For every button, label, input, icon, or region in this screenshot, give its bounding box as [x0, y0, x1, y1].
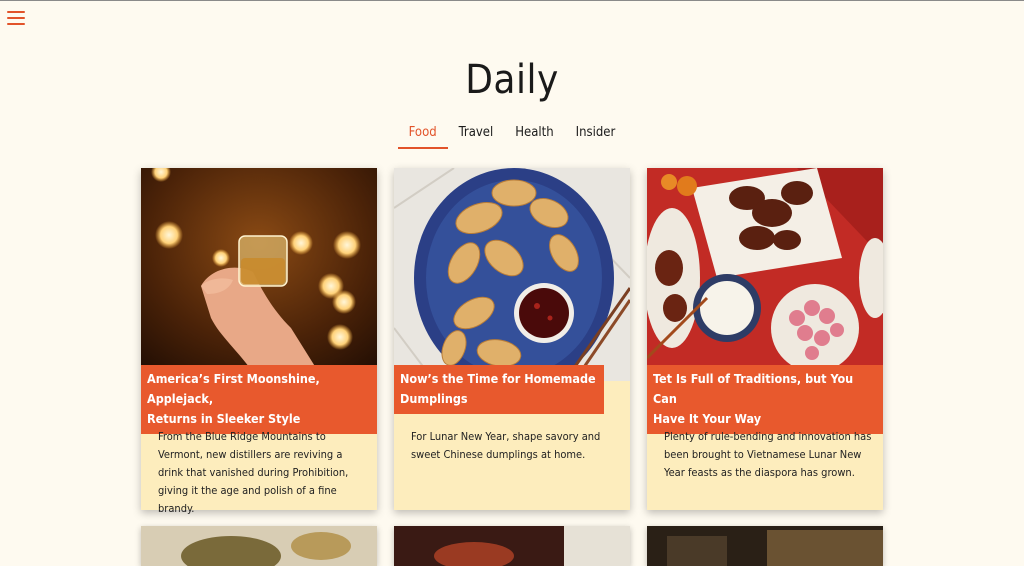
card-headline[interactable]: America’s First Moonshine, Applejack, Re…	[141, 365, 377, 434]
card-description: Plenty of rule-bending and innovation ha…	[664, 430, 872, 479]
grilled-dish-photo[interactable]	[394, 526, 630, 566]
article-card-dumplings[interactable]: Now’s the Time for Homemade Dumplings Fo…	[394, 168, 630, 510]
card-headline[interactable]: Tet Is Full of Traditions, but You Can H…	[647, 365, 883, 434]
restaurant-interior-photo[interactable]	[647, 526, 883, 566]
card-description: For Lunar New Year, shape savory and swe…	[411, 430, 601, 461]
article-grid-row-2	[141, 526, 883, 566]
tab-health[interactable]: Health	[504, 123, 564, 149]
tab-travel[interactable]: Travel	[448, 123, 505, 149]
article-card-moonshine[interactable]: America’s First Moonshine, Applejack, Re…	[141, 168, 377, 515]
dumplings-plate-photo	[394, 168, 630, 381]
card-headline[interactable]: Now’s the Time for Homemade Dumplings	[394, 365, 604, 414]
hamburger-icon[interactable]	[7, 11, 25, 25]
tet-feast-photo	[647, 168, 883, 381]
tab-food[interactable]: Food	[397, 123, 448, 149]
card-description: From the Blue Ridge Mountains to Vermont…	[158, 430, 349, 515]
article-grid: America’s First Moonshine, Applejack, Re…	[141, 168, 883, 515]
page-title: Daily	[465, 57, 559, 103]
tab-insider[interactable]: Insider	[565, 123, 627, 149]
food-bowl-photo[interactable]	[141, 526, 377, 566]
category-tabs: Food Travel Health Insider	[0, 123, 1024, 149]
article-card-tet[interactable]: Tet Is Full of Traditions, but You Can H…	[647, 168, 883, 510]
moonshine-glass-photo	[141, 168, 377, 381]
